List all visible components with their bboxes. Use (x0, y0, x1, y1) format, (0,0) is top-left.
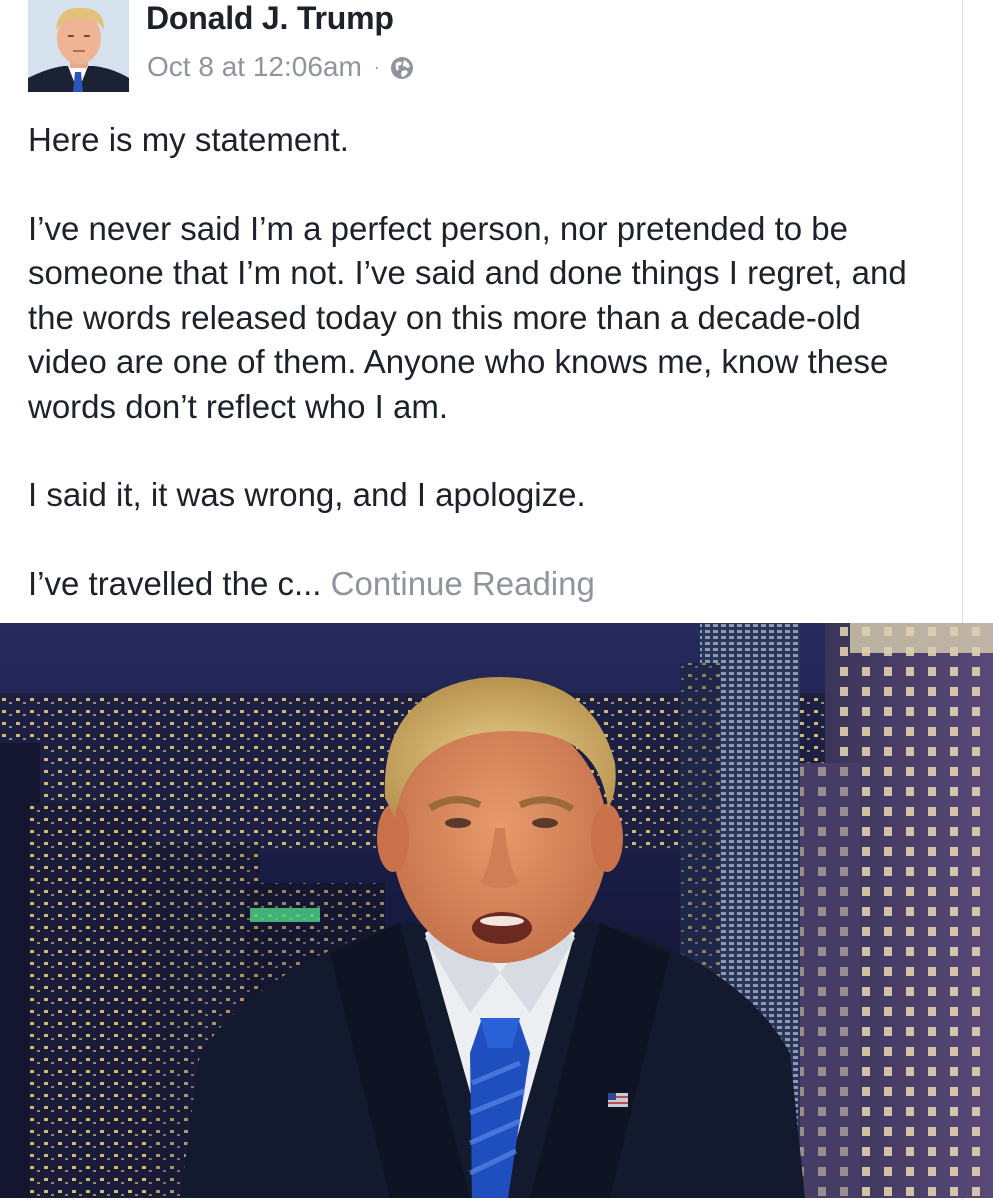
continue-reading-link[interactable]: Continue Reading (331, 565, 595, 602)
meta-separator: · (373, 56, 380, 77)
post-body: Here is my statement. I’ve never said I’… (28, 118, 948, 606)
truncated-text: I’ve travelled the c... (28, 564, 322, 602)
post-paragraph: I said it, it was wrong, and I apologize… (28, 476, 586, 513)
globe-icon[interactable] (390, 55, 414, 79)
post-author-name[interactable]: Donald J. Trump (146, 0, 394, 37)
profile-avatar[interactable] (28, 0, 129, 92)
post-paragraph: I’ve never said I’m a perfect person, no… (28, 209, 907, 425)
post-meta: Oct 8 at 12:06am · (147, 51, 414, 83)
post-timestamp[interactable]: Oct 8 at 12:06am (147, 51, 362, 83)
post-truncated-paragraph: I’ve travelled the c... Continue Reading (28, 562, 948, 607)
post-video-thumbnail[interactable] (0, 623, 993, 1198)
post-paragraph: Here is my statement. (28, 121, 349, 158)
